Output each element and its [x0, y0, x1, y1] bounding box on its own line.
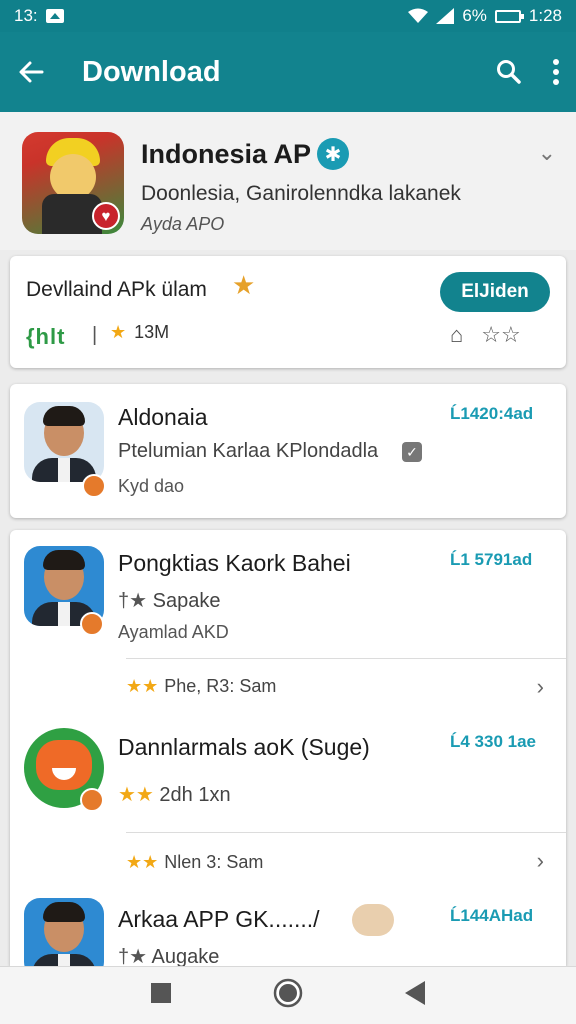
item-title: Aldonaia — [118, 404, 208, 430]
app-subtitle: Doonlesia, Ganirolenndka lakanek — [141, 182, 461, 205]
app-list-card[interactable]: Aldonaia Ptelumian Karlaa KPlondadla ✓ K… — [10, 384, 566, 518]
badge-icon — [80, 612, 104, 636]
download-tag: {hlt — [26, 324, 66, 349]
item-meta: Kyd dao — [118, 476, 185, 496]
page-title: Download — [82, 55, 221, 88]
app-list-card-2: Pongktias Kaork Bahei †★ Sapake Ayamlad … — [10, 530, 566, 978]
item-subtitle: Augake — [151, 946, 220, 968]
arrow-left-icon[interactable] — [16, 57, 46, 87]
app-icon: ♥ — [22, 132, 124, 234]
notification-icon — [45, 9, 64, 23]
signal-icon — [436, 8, 455, 24]
item-download-count: Ĺ1420:4ad — [450, 404, 534, 423]
item-subtitle-row: †★ Sapake — [118, 588, 220, 613]
star-icon: ★★ — [126, 676, 159, 696]
app-bar: Download — [0, 32, 576, 112]
app-header: ♥ Indonesia AP ✱ Doonlesia, Ganirolenndk… — [0, 112, 576, 250]
star-outline-icon: †★ — [118, 590, 148, 612]
verified-icon: ✱ — [317, 138, 350, 170]
download-card-actions: ⌂ ☆☆ — [450, 322, 521, 348]
download-rating-value: 13M — [134, 322, 170, 342]
rating-row[interactable]: ★★ Phe, R3: Sam — [126, 676, 276, 697]
badge-icon — [80, 788, 104, 812]
item-meta: Ayamlad AKD — [118, 622, 229, 642]
item-download-count: Ĺ1 5791ad — [450, 550, 533, 569]
app-title-row: Indonesia AP ✱ — [141, 138, 350, 170]
item-subtitle: Sapake — [152, 590, 221, 612]
avatar-hair — [43, 406, 85, 426]
item-download-count: Ĺ144AHad — [450, 906, 534, 925]
star-sparkle-icon: ★ — [232, 270, 256, 300]
avatar-shirt — [58, 602, 70, 626]
search-icon[interactable] — [496, 59, 522, 85]
heart-icon: ♥ — [92, 202, 120, 230]
item-subtitle-row: ★★ 2dh 1xn — [118, 782, 231, 807]
download-card: Devllaind APk ülam ★ {hlt | ★ 13M ElJide… — [10, 256, 566, 368]
item-title[interactable]: Arkaa APP GK......./ — [118, 906, 320, 933]
download-title: Devllaind APk ülam — [26, 278, 207, 301]
separator: | — [92, 324, 98, 346]
rating-row[interactable]: ★★ Nlen 3: Sam — [126, 852, 263, 873]
item-subtitle: 2dh 1xn — [159, 784, 231, 806]
item-download-count: Ĺ4 330 1ae — [450, 732, 537, 751]
star-outline-icon[interactable]: ☆☆ — [481, 322, 520, 348]
star-icon: ★ — [110, 322, 127, 342]
home-outline-icon[interactable]: ⌂ — [450, 322, 463, 348]
status-time: 13: — [14, 6, 38, 25]
app-developer: Ayda APO — [141, 214, 225, 234]
chevron-right-icon[interactable]: › — [537, 674, 544, 700]
avatar-shirt — [58, 458, 70, 482]
item-title[interactable]: Dannlarmals aoK (Suge) — [118, 734, 370, 761]
badge-icon — [82, 474, 106, 498]
status-bar: 13: 6% 1:28 — [0, 0, 576, 32]
chevron-right-icon[interactable]: › — [537, 848, 544, 874]
chevron-down-icon[interactable]: ⌄ — [538, 140, 556, 166]
battery-icon — [494, 9, 524, 23]
download-button[interactable]: ElJiden — [440, 272, 550, 312]
verified-small-icon: ✓ — [402, 442, 422, 462]
avatar-hair — [43, 902, 85, 922]
system-nav-bar — [0, 966, 576, 1024]
star-outline-icon: †★ — [118, 946, 148, 968]
thumbnail-image — [352, 904, 394, 936]
rating-text: Nlen 3: Sam — [164, 852, 264, 872]
item-subtitle: Ptelumian Karlaa KPlondadla — [118, 440, 379, 462]
download-rating: ★ 13M — [110, 322, 169, 343]
wifi-icon — [408, 8, 429, 23]
divider — [126, 832, 566, 833]
divider — [126, 658, 566, 659]
battery-percent: 6% — [462, 6, 487, 25]
fox-face — [36, 740, 92, 790]
star-icon: ★★ — [126, 852, 159, 872]
more-vert-icon[interactable] — [552, 59, 560, 85]
avatar — [24, 402, 104, 482]
avatar-hair — [43, 550, 85, 570]
star-icon: ★★ — [118, 784, 154, 806]
status-clock: 1:28 — [528, 6, 562, 25]
item-title[interactable]: Pongktias Kaork Bahei — [118, 550, 351, 577]
recents-icon[interactable] — [150, 982, 172, 1009]
home-icon[interactable] — [273, 978, 303, 1013]
back-icon[interactable] — [404, 980, 426, 1011]
app-title: Indonesia AP — [141, 138, 312, 169]
rating-text: Phe, R3: Sam — [164, 676, 277, 696]
